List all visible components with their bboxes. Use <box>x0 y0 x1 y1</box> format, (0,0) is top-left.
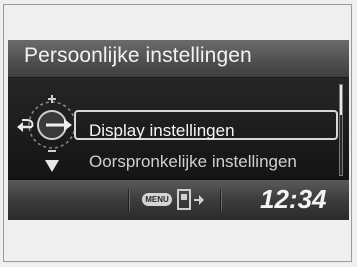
down-arrow-icon <box>45 160 59 172</box>
menu-item-label-reset[interactable]: Oorspronkelijke instellingen <box>89 152 297 172</box>
menu-area: Display instellingen Oorspronkelijke ins… <box>8 78 349 179</box>
divider <box>128 189 130 211</box>
display-screen: Persoonlijke instellingen Display instel… <box>8 40 349 220</box>
door-exit-icon <box>177 189 204 210</box>
status-bar: MENU 12:34 <box>8 180 349 220</box>
screen-title: Persoonlijke instellingen <box>24 44 252 67</box>
clock: 12:34 <box>260 184 327 214</box>
scroll-thumb[interactable] <box>340 85 342 115</box>
menu-item-label-display[interactable]: Display instellingen <box>89 121 235 141</box>
divider <box>220 189 222 211</box>
menu-badge: MENU <box>142 193 172 206</box>
back-arrow-icon <box>17 119 34 132</box>
title-bar: Persoonlijke instellingen <box>8 40 349 78</box>
